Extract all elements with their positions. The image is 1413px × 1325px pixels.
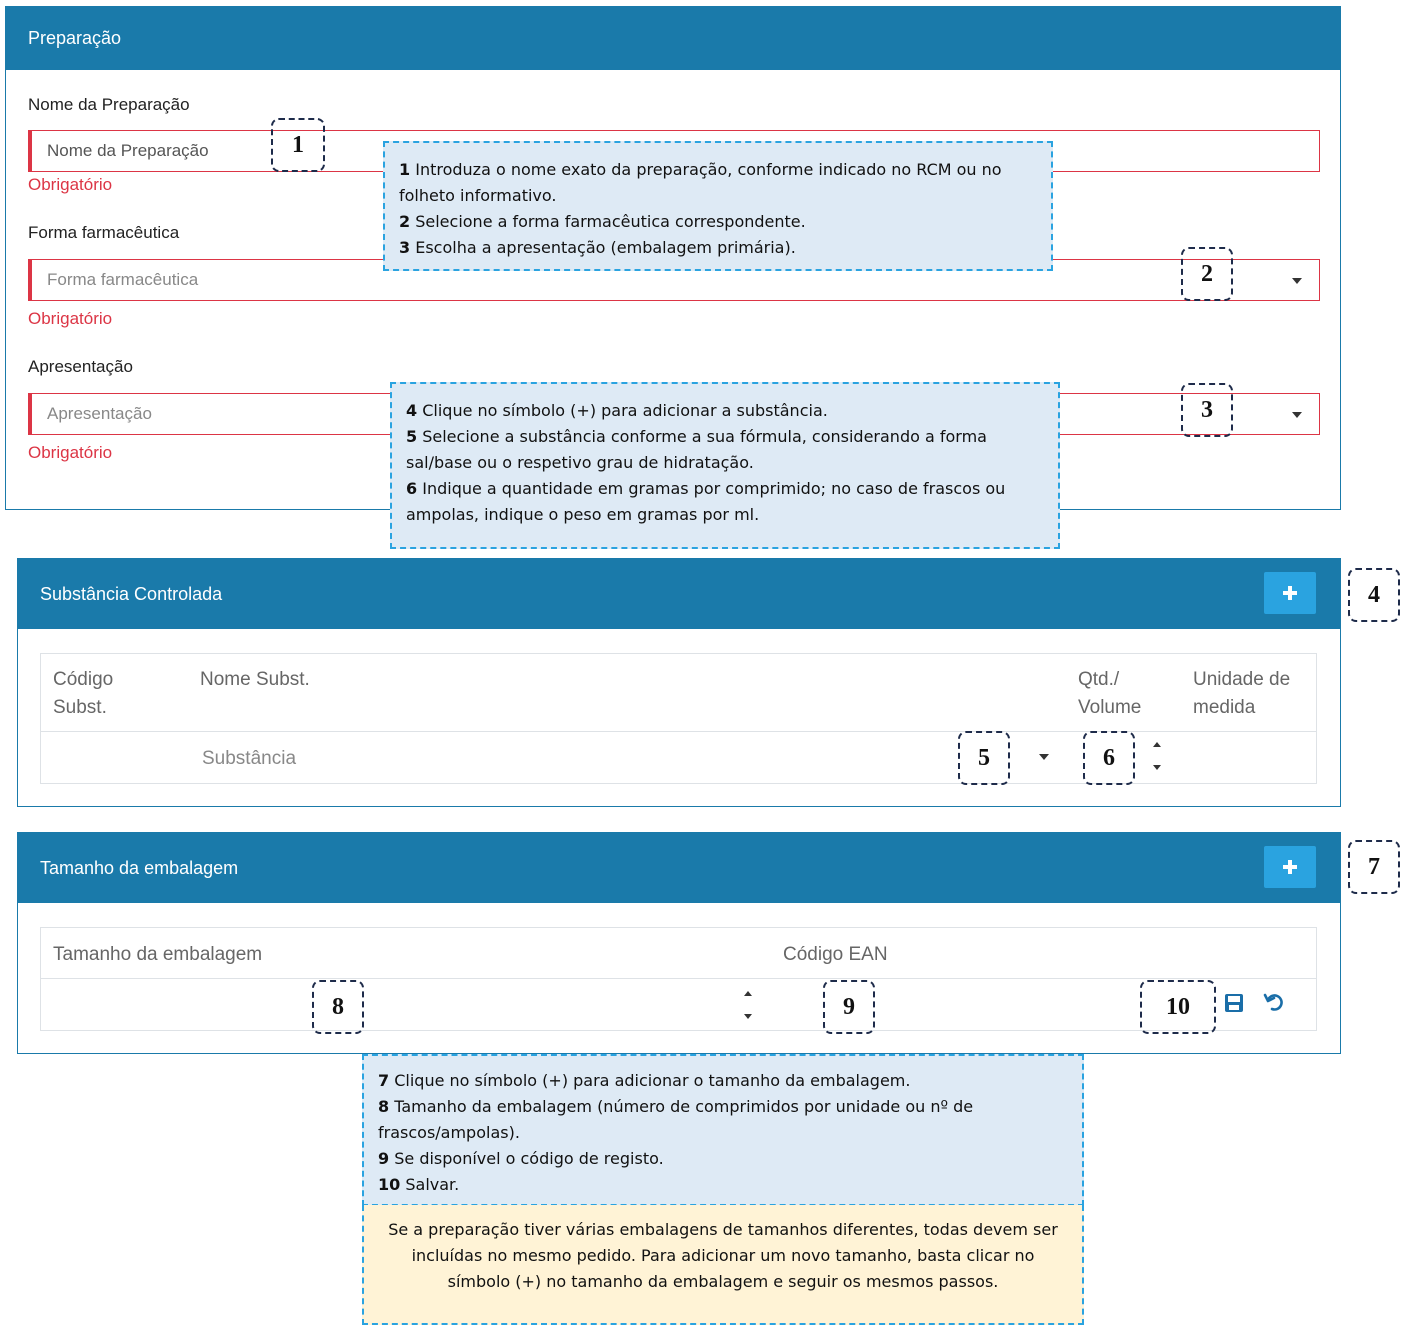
apresentacao-required-text: Obrigatório	[28, 443, 113, 462]
col-qtd-volume: Qtd./ Volume	[1078, 669, 1142, 718]
step-marker-3: 3	[1181, 383, 1233, 437]
note-line: 4 Clique no símbolo (+) para adicionar a…	[406, 401, 828, 420]
col-nome-subst: Nome Subst.	[200, 669, 310, 690]
spinner-up-icon[interactable]	[1153, 742, 1161, 747]
note-line: 7 Clique no símbolo (+) para adicionar o…	[378, 1071, 911, 1090]
panel-title: Tamanho da embalagem	[40, 858, 239, 878]
step-marker-6: 6	[1083, 731, 1135, 785]
table-row	[41, 979, 1316, 1031]
step-marker-4: 4	[1348, 568, 1400, 622]
spinner-up-icon[interactable]	[744, 991, 752, 996]
forma-required-text: Obrigatório	[28, 309, 113, 328]
substancia-panel: Substância Controlada Código Subst. Nome…	[17, 558, 1341, 807]
save-icon[interactable]	[1224, 993, 1244, 1013]
spinner-down-icon[interactable]	[1153, 765, 1161, 770]
col-tamanho-embalagem: Tamanho da embalagem	[53, 944, 263, 965]
chevron-down-icon[interactable]	[1292, 412, 1302, 418]
chevron-down-icon[interactable]	[1292, 278, 1302, 284]
step-marker-9: 9	[823, 980, 875, 1034]
undo-icon[interactable]	[1263, 991, 1285, 1013]
col-unidade-medida: Unidade de medida	[1193, 669, 1291, 718]
note-embalagens-multiplas: Se a preparação tiver várias embalagens …	[362, 1205, 1084, 1325]
panel-title: Substância Controlada	[40, 584, 223, 604]
forma-farmaceutica-placeholder: Forma farmacêutica	[47, 270, 199, 289]
add-embalagem-button[interactable]	[1264, 846, 1316, 888]
step-marker-7: 7	[1348, 840, 1400, 894]
step-marker-8: 8	[312, 980, 364, 1034]
note-line: 2 Selecione a forma farmacêutica corresp…	[399, 212, 806, 231]
add-substancia-button[interactable]	[1264, 572, 1316, 614]
col-codigo-subst: Código Subst.	[53, 669, 114, 718]
step-marker-5: 5	[958, 731, 1010, 785]
substancia-select[interactable]: Substância	[202, 748, 296, 770]
preparacao-header: Preparação	[6, 7, 1340, 70]
tamanho-embalagem-input[interactable]	[51, 985, 751, 1025]
substancia-header: Substância Controlada	[18, 559, 1340, 629]
note-embalagem: 7 Clique no símbolo (+) para adicionar o…	[362, 1054, 1084, 1206]
nome-preparacao-placeholder: Nome da Preparação	[47, 141, 209, 160]
nome-required-text: Obrigatório	[28, 175, 113, 194]
step-marker-1: 1	[271, 118, 325, 172]
note-line: 8 Tamanho da embalagem (número de compri…	[378, 1097, 974, 1142]
panel-title: Preparação	[28, 28, 122, 48]
table-header-row: Código Subst. Nome Subst. Qtd./ Volume U…	[41, 654, 1316, 732]
note-line: 9 Se disponível o código de registo.	[378, 1149, 664, 1168]
embalagem-header: Tamanho da embalagem	[18, 833, 1340, 903]
note-text: Se a preparação tiver várias embalagens …	[388, 1220, 1058, 1291]
note-substancia: 4 Clique no símbolo (+) para adicionar a…	[390, 382, 1060, 549]
step-marker-10: 10	[1140, 980, 1216, 1034]
note-line: 6 Indique a quantidade em gramas por com…	[406, 479, 1006, 524]
nome-preparacao-label: Nome da Preparação	[28, 95, 190, 114]
col-codigo-ean: Código EAN	[783, 944, 888, 965]
chevron-down-icon[interactable]	[1039, 754, 1049, 760]
apresentacao-placeholder: Apresentação	[47, 404, 152, 423]
note-line: 1 Introduza o nome exato da preparação, …	[399, 160, 1002, 205]
note-line: 5 Selecione a substância conforme a sua …	[406, 427, 987, 472]
note-line: 3 Escolha a apresentação (embalagem prim…	[399, 238, 796, 257]
embalagem-table: Tamanho da embalagem Código EAN	[40, 927, 1317, 1031]
forma-farmaceutica-label: Forma farmacêutica	[28, 223, 180, 242]
step-marker-2: 2	[1181, 247, 1233, 301]
table-header-row: Tamanho da embalagem Código EAN	[41, 928, 1316, 979]
note-preparacao: 1 Introduza o nome exato da preparação, …	[383, 141, 1053, 271]
note-line: 10 Salvar.	[378, 1175, 460, 1194]
apresentacao-label: Apresentação	[28, 357, 133, 376]
spinner-down-icon[interactable]	[744, 1014, 752, 1019]
